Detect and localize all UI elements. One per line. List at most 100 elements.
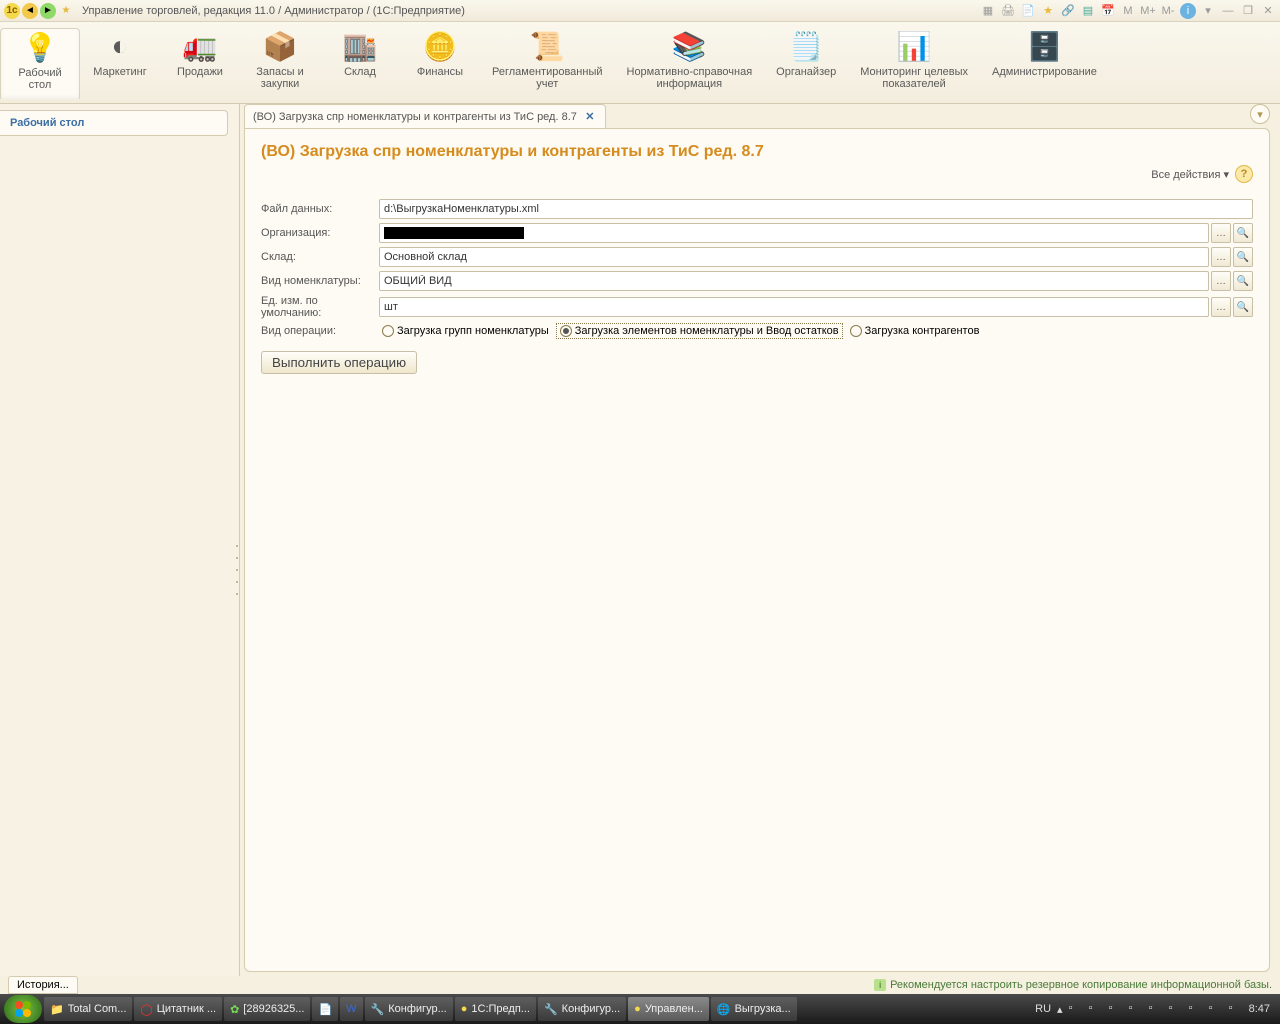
task-item[interactable]: 📁Total Com...: [44, 997, 132, 1021]
sidebar: Рабочий стол: [0, 104, 240, 976]
ribbon-desktop[interactable]: 💡Рабочий стол: [0, 28, 80, 99]
tb-link-icon[interactable]: 🔗: [1060, 3, 1076, 19]
ribbon-monitoring[interactable]: 📊Мониторинг целевых показателей: [848, 28, 980, 99]
warehouse-search-button[interactable]: 🔍: [1233, 247, 1253, 267]
radio-contractors[interactable]: Загрузка контрагентов: [847, 324, 983, 338]
tb-mminus[interactable]: M-: [1160, 3, 1176, 19]
tb-m[interactable]: M: [1120, 3, 1136, 19]
org-search-button[interactable]: 🔍: [1233, 223, 1253, 243]
regaccounting-icon: 📜: [526, 28, 568, 64]
task-item[interactable]: 🌐Выгрузка...: [711, 997, 797, 1021]
warehouse-select-button[interactable]: …: [1211, 247, 1231, 267]
marketing-icon: ◐: [99, 28, 141, 64]
minimize-button[interactable]: —: [1220, 3, 1236, 19]
tray-up-icon[interactable]: ▴: [1057, 1003, 1063, 1016]
row-org: Организация: … 🔍: [261, 223, 1253, 243]
tab-title: (ВО) Загрузка спр номенклатуры и контраг…: [253, 111, 577, 123]
lang-indicator[interactable]: RU: [1035, 1003, 1051, 1015]
tb-cal-icon[interactable]: 📅: [1100, 3, 1116, 19]
ribbon-organizer[interactable]: 🗒️Органайзер: [764, 28, 848, 99]
unit-select-button[interactable]: …: [1211, 297, 1231, 317]
titlebar-left: 1c ◄ ► ★ Управление торговлей, редакция …: [4, 3, 465, 19]
close-tab-icon[interactable]: ✕: [583, 110, 597, 124]
task-item[interactable]: 📄: [312, 997, 338, 1021]
ribbon-finance[interactable]: 🪙Финансы: [400, 28, 480, 99]
unit-input[interactable]: [379, 297, 1209, 317]
file-input[interactable]: [379, 199, 1253, 219]
tray-icon[interactable]: ▫: [1149, 1002, 1163, 1016]
ribbon-stock[interactable]: 📦Запасы и закупки: [240, 28, 320, 99]
tb-grid-icon[interactable]: ▦: [980, 3, 996, 19]
finance-icon: 🪙: [419, 28, 461, 64]
label-org: Организация:: [261, 227, 379, 239]
tray-icon[interactable]: ▫: [1229, 1002, 1243, 1016]
all-actions-menu[interactable]: Все действия ▾: [1151, 168, 1229, 181]
info-icon: i: [874, 979, 886, 991]
warehouse-input[interactable]: [379, 247, 1209, 267]
tb-calc-icon[interactable]: ▤: [1080, 3, 1096, 19]
tray-icon[interactable]: ▫: [1169, 1002, 1183, 1016]
task-item[interactable]: ✿[28926325...: [224, 997, 310, 1021]
tray-icon[interactable]: ▫: [1129, 1002, 1143, 1016]
history-button[interactable]: История...: [8, 976, 78, 994]
main: Рабочий стол (ВО) Загрузка спр номенклат…: [0, 104, 1280, 976]
unit-search-button[interactable]: 🔍: [1233, 297, 1253, 317]
titlebar: 1c ◄ ► ★ Управление торговлей, редакция …: [0, 0, 1280, 22]
nav-fwd-icon[interactable]: ►: [40, 3, 56, 19]
nomtype-input[interactable]: [379, 271, 1209, 291]
task-item-active[interactable]: ●Управлен...: [628, 997, 709, 1021]
org-select-button[interactable]: …: [1211, 223, 1231, 243]
collapse-button[interactable]: ▾: [1250, 104, 1270, 124]
document-tab[interactable]: (ВО) Загрузка спр номенклатуры и контраг…: [244, 104, 606, 128]
label-file: Файл данных:: [261, 203, 379, 215]
window-title: Управление торговлей, редакция 11.0 / Ад…: [82, 5, 465, 17]
star-icon[interactable]: ★: [58, 3, 74, 19]
ribbon-reference[interactable]: 📚Нормативно-справочная информация: [615, 28, 765, 99]
maximize-button[interactable]: ❐: [1240, 3, 1256, 19]
ribbon-sales[interactable]: 🚛Продажи: [160, 28, 240, 99]
task-item[interactable]: ◯Цитатник ...: [134, 997, 222, 1021]
taskbar: 📁Total Com... ◯Цитатник ... ✿[28926325..…: [0, 994, 1280, 1024]
ribbon-warehouse[interactable]: 🏬Склад: [320, 28, 400, 99]
help-icon[interactable]: ?: [1235, 165, 1253, 183]
tray-icon[interactable]: ▫: [1209, 1002, 1223, 1016]
row-unit: Ед. изм. по умолчанию: … 🔍: [261, 295, 1253, 319]
nav-back-icon[interactable]: ◄: [22, 3, 38, 19]
nomtype-search-button[interactable]: 🔍: [1233, 271, 1253, 291]
row-nomtype: Вид номенклатуры: … 🔍: [261, 271, 1253, 291]
tray-icon[interactable]: ▫: [1089, 1002, 1103, 1016]
organizer-icon: 🗒️: [785, 28, 827, 64]
start-button[interactable]: [4, 995, 42, 1023]
task-item[interactable]: 🔧Конфигур...: [538, 997, 626, 1021]
task-item[interactable]: W: [340, 997, 362, 1021]
radio-elements[interactable]: Загрузка элементов номенклатуры и Ввод о…: [556, 323, 843, 339]
ribbon-regaccounting[interactable]: 📜Регламентированный учет: [480, 28, 615, 99]
splitter-handle[interactable]: [234, 540, 240, 600]
radio-groups[interactable]: Загрузка групп номенклатуры: [379, 324, 552, 338]
row-optype: Вид операции: Загрузка групп номенклатур…: [261, 323, 1253, 339]
system-tray: RU ▴ ▫ ▫ ▫ ▫ ▫ ▫ ▫ ▫ ▫ 8:47: [1035, 1002, 1276, 1016]
tb-mplus[interactable]: M+: [1140, 3, 1156, 19]
sidebar-tab-desktop[interactable]: Рабочий стол: [0, 110, 228, 136]
tb-print-icon[interactable]: 🖨: [1000, 3, 1016, 19]
warehouse-icon: 🏬: [339, 28, 381, 64]
ribbon-admin[interactable]: 🗄️Администрирование: [980, 28, 1109, 99]
execute-button[interactable]: Выполнить операцию: [261, 351, 417, 374]
tray-icon[interactable]: ▫: [1069, 1002, 1083, 1016]
org-input[interactable]: [379, 223, 1209, 243]
org-value-redacted: [384, 227, 524, 239]
nomtype-select-button[interactable]: …: [1211, 271, 1231, 291]
task-item[interactable]: 🔧Конфигур...: [365, 997, 453, 1021]
tb-dropdown-icon[interactable]: ▾: [1200, 3, 1216, 19]
tb-fav-icon[interactable]: ★: [1040, 3, 1056, 19]
ribbon-marketing[interactable]: ◐Маркетинг: [80, 28, 160, 99]
tb-doc-icon[interactable]: 📄: [1020, 3, 1036, 19]
tb-info-icon[interactable]: i: [1180, 3, 1196, 19]
clock[interactable]: 8:47: [1249, 1003, 1270, 1015]
app-icon: 1c: [4, 3, 20, 19]
close-button[interactable]: ✕: [1260, 3, 1276, 19]
task-item[interactable]: ●1С:Предп...: [455, 997, 536, 1021]
tray-icon[interactable]: ▫: [1109, 1002, 1123, 1016]
form-panel: (ВО) Загрузка спр номенклатуры и контраг…: [244, 128, 1270, 972]
tray-icon[interactable]: ▫: [1189, 1002, 1203, 1016]
